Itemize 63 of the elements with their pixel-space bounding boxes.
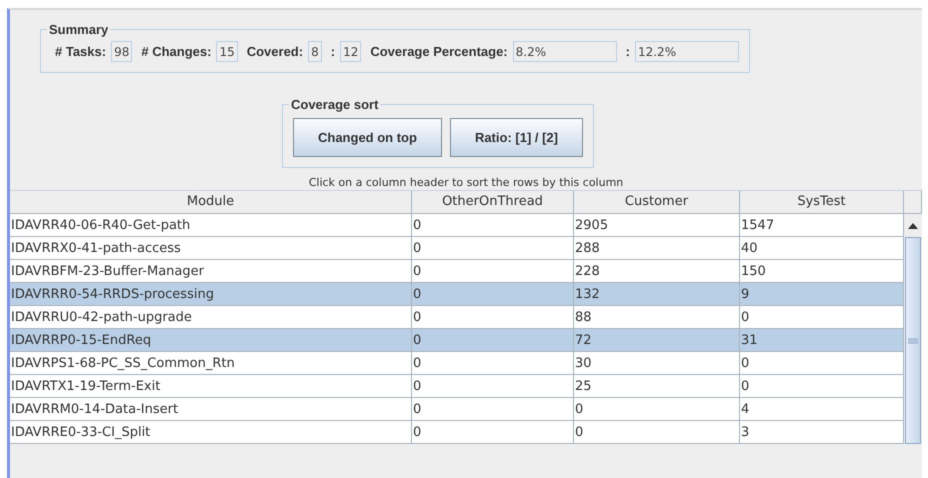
summary-title: Summary — [48, 22, 110, 37]
table-cell: 0 — [740, 375, 904, 398]
table-cell: 9 — [740, 283, 904, 306]
table-cell: 0 — [412, 375, 574, 398]
field-label: # Changes: — [141, 44, 212, 59]
table-cell: IDAVRTX1-19-Term-Exit — [10, 375, 412, 398]
table-cell: IDAVRBFM-23-Buffer-Manager — [10, 260, 412, 283]
table-cell: IDAVRRE0-33-CI_Split — [10, 421, 412, 444]
table-cell: 30 — [574, 352, 740, 375]
table-cell: 3 — [740, 421, 904, 444]
table-cell: 0 — [412, 421, 574, 444]
field-label: : — [626, 44, 630, 59]
table-cell: 31 — [740, 329, 904, 352]
table-cell: IDAVRRM0-14-Data-Insert — [10, 398, 412, 421]
table-cell: 0 — [412, 329, 574, 352]
table-cell: 0 — [412, 352, 574, 375]
table-cell: IDAVRRP0-15-EndReq — [10, 329, 412, 352]
table-cell: 0 — [412, 260, 574, 283]
table-cell: IDAVRR40-06-R40-Get-path — [10, 214, 412, 237]
table-cell: 4 — [740, 398, 904, 421]
column-header[interactable]: SysTest — [740, 190, 904, 214]
table-cell: 0 — [412, 283, 574, 306]
field-label: Coverage Percentage: — [370, 44, 508, 59]
table-cell: 72 — [574, 329, 740, 352]
table-cell: 88 — [574, 306, 740, 329]
field-label: : — [330, 44, 336, 59]
scrollbar-thumb[interactable] — [905, 237, 921, 444]
table-cell: 0 — [412, 398, 574, 421]
value-field: 12 — [340, 41, 362, 62]
field-label: Covered: — [246, 44, 304, 59]
table-cell: 228 — [574, 260, 740, 283]
hint-text: Click on a column header to sort the rows by this column — [308, 176, 624, 189]
table-cell: 40 — [740, 237, 904, 260]
value-field: 15 — [216, 41, 238, 62]
value-field: 12.2% — [634, 41, 739, 62]
column-header[interactable]: Module — [10, 190, 412, 214]
table-cell: IDAVRRX0-41-path-access — [10, 237, 412, 260]
table-cell: 0 — [740, 352, 904, 375]
value-field: 8.2% — [512, 41, 617, 62]
table-cell: 0 — [574, 421, 740, 444]
table-cell: IDAVRRU0-42-path-upgrade — [10, 306, 412, 329]
column-header[interactable]: Customer — [574, 190, 740, 214]
coverage-sort-title: Coverage sort — [290, 97, 380, 112]
sort-button[interactable]: Ratio: [1] / [2] — [450, 118, 583, 157]
scroll-up-icon[interactable] — [908, 222, 918, 228]
field-label: # Tasks: — [55, 44, 106, 59]
table-cell: 0 — [574, 398, 740, 421]
table-cell: 150 — [740, 260, 904, 283]
value-field: 8 — [308, 41, 322, 62]
table-cell: 1547 — [740, 214, 904, 237]
table-cell: 25 — [574, 375, 740, 398]
table-cell: 0 — [412, 306, 574, 329]
value-field: 98 — [111, 41, 132, 62]
table-cell: 2905 — [574, 214, 740, 237]
table-cell: 288 — [574, 237, 740, 260]
table-cell: 132 — [574, 283, 740, 306]
column-header[interactable]: OtherOnThread — [412, 190, 574, 214]
table-cell: IDAVRRR0-54-RRDS-processing — [10, 283, 412, 306]
table-cell: 0 — [740, 306, 904, 329]
sort-button[interactable]: Changed on top — [293, 118, 442, 157]
table-cell: 0 — [412, 214, 574, 237]
table-cell: IDAVRPS1-68-PC_SS_Common_Rtn — [10, 352, 412, 375]
table-cell: 0 — [412, 237, 574, 260]
